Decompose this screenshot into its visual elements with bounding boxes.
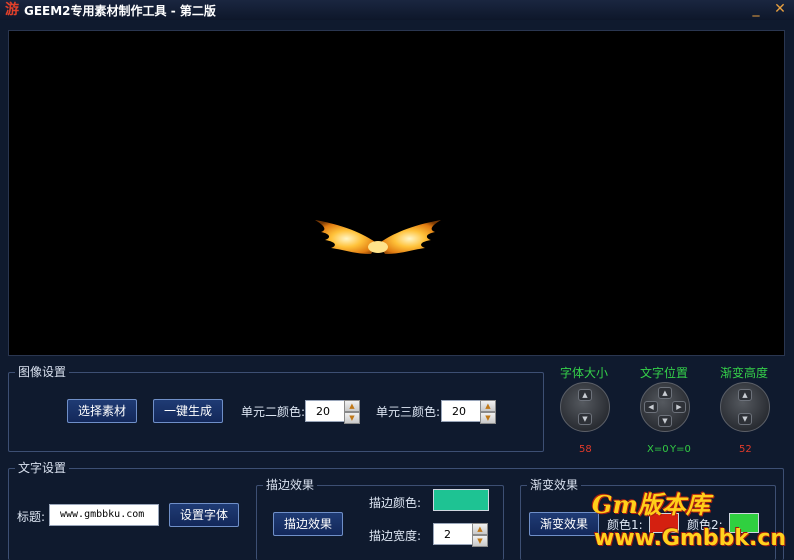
unit3-color-input[interactable]: [442, 401, 480, 421]
stroke-width-down-arrow-icon[interactable]: ▼: [472, 535, 488, 547]
font-size-down-icon[interactable]: ▼: [578, 413, 592, 425]
gradient-effect-legend: 渐变效果: [527, 478, 582, 492]
stroke-color-label: 描边颜色:: [369, 496, 422, 510]
gradient-height-value: 52: [739, 444, 752, 455]
generate-button[interactable]: 一键生成: [153, 399, 223, 423]
title-input[interactable]: www.gmbbku.com: [49, 504, 159, 526]
font-size-up-icon[interactable]: ▲: [578, 389, 592, 401]
window-title: GEEM2专用素材制作工具 - 第二版: [24, 4, 216, 18]
unit2-color-label: 单元二颜色:: [241, 405, 306, 419]
set-font-button[interactable]: 设置字体: [169, 503, 239, 527]
text-position-label: 文字位置: [640, 366, 689, 380]
preview-canvas: [8, 30, 785, 356]
unit3-down-arrow-icon[interactable]: ▼: [480, 412, 496, 424]
select-material-button[interactable]: 选择素材: [67, 399, 137, 423]
watermark-url: www.Gmbbk.cn: [594, 526, 787, 551]
unit2-color-input[interactable]: [306, 401, 344, 421]
position-right-icon[interactable]: ▶: [672, 401, 686, 413]
unit2-up-arrow-icon[interactable]: ▲: [344, 400, 360, 412]
unit3-up-arrow-icon[interactable]: ▲: [480, 400, 496, 412]
position-x-value: X=0: [647, 444, 669, 455]
watermark-logo: Gm版本库 www.Gmbbk.cn: [586, 482, 786, 560]
stroke-width-up-arrow-icon[interactable]: ▲: [472, 523, 488, 535]
font-size-dial[interactable]: ▲ ▼: [560, 382, 610, 432]
stroke-effect-button[interactable]: 描边效果: [273, 512, 343, 536]
stroke-width-stepper[interactable]: ▲ ▼: [433, 523, 488, 547]
text-position-dial[interactable]: ▲ ▼ ◀ ▶: [640, 382, 690, 432]
position-up-icon[interactable]: ▲: [658, 387, 672, 399]
unit3-spin-buttons[interactable]: ▲ ▼: [480, 400, 496, 424]
wings-preview-image: [315, 220, 441, 254]
gradient-height-label: 渐变高度: [720, 366, 769, 380]
close-button[interactable]: ✕: [770, 0, 790, 20]
stroke-width-input[interactable]: [434, 524, 472, 544]
unit2-spin-buttons[interactable]: ▲ ▼: [344, 400, 360, 424]
stroke-color-swatch[interactable]: [433, 489, 489, 511]
stroke-effect-group: 描边效果 描边效果 描边颜色: 描边宽度: ▲ ▼: [256, 478, 504, 560]
title-label: 标题:: [17, 510, 46, 524]
position-left-icon[interactable]: ◀: [644, 401, 658, 413]
unit2-color-stepper[interactable]: ▲ ▼: [305, 400, 360, 424]
text-settings-legend: 文字设置: [15, 461, 70, 475]
stroke-effect-legend: 描边效果: [263, 478, 318, 492]
position-down-icon[interactable]: ▼: [658, 415, 672, 427]
unit2-down-arrow-icon[interactable]: ▼: [344, 412, 360, 424]
unit3-color-stepper[interactable]: ▲ ▼: [441, 400, 496, 424]
image-settings-group: 图像设置 选择素材 一键生成 单元二颜色: ▲ ▼ 单元三颜色: ▲ ▼: [8, 365, 544, 452]
unit3-color-label: 单元三颜色:: [376, 405, 441, 419]
stroke-width-spin-buttons[interactable]: ▲ ▼: [472, 523, 488, 547]
image-settings-legend: 图像设置: [15, 365, 70, 379]
font-size-value: 58: [579, 444, 592, 455]
title-bar: 游 GEEM2专用素材制作工具 - 第二版 _ ✕: [0, 0, 794, 20]
gradient-height-down-icon[interactable]: ▼: [738, 413, 752, 425]
gradient-height-dial[interactable]: ▲ ▼: [720, 382, 770, 432]
font-size-label: 字体大小: [560, 366, 609, 380]
position-y-value: Y=0: [670, 444, 691, 455]
minimize-button[interactable]: _: [746, 0, 766, 20]
app-logo-icon: 游: [5, 2, 19, 18]
gradient-height-up-icon[interactable]: ▲: [738, 389, 752, 401]
watermark-brand: Gm版本库: [592, 490, 710, 519]
stroke-width-label: 描边宽度:: [369, 529, 422, 543]
